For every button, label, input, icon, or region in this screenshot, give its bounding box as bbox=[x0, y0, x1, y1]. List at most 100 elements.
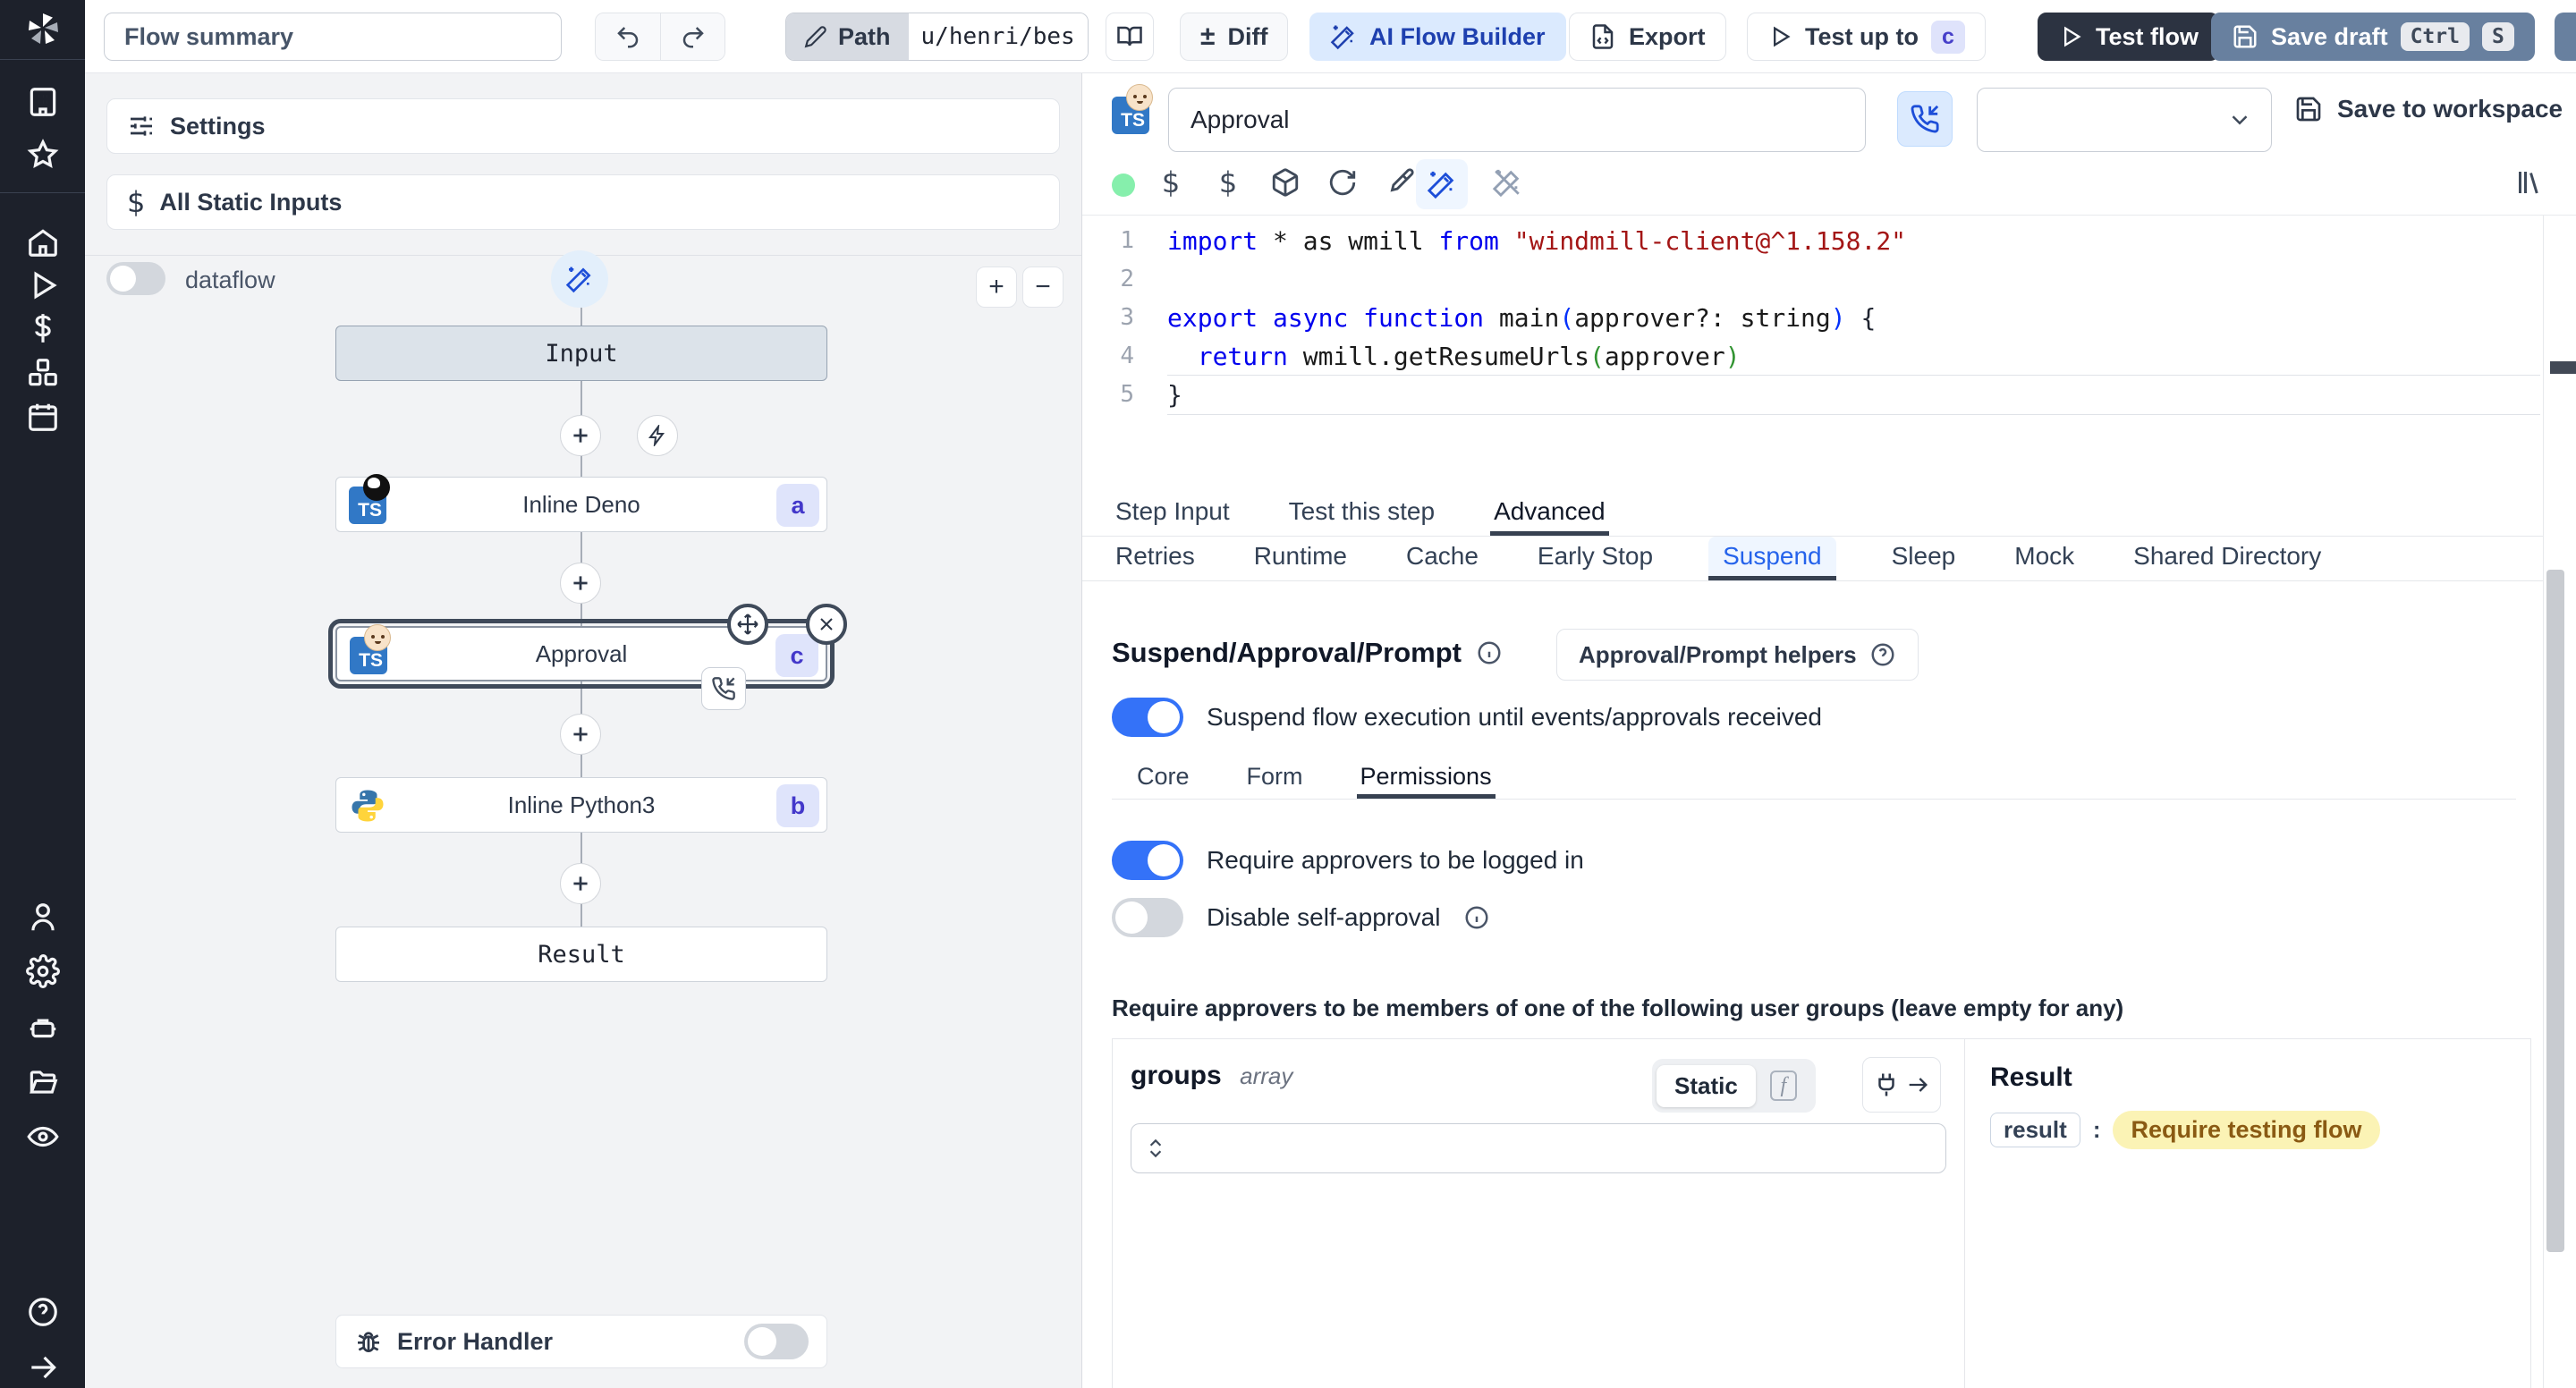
tab-advanced[interactable]: Advanced bbox=[1490, 492, 1609, 536]
runs-icon[interactable] bbox=[26, 268, 60, 302]
tab-retries[interactable]: Retries bbox=[1112, 537, 1199, 580]
deno-icon bbox=[363, 474, 390, 501]
ai-flow-builder-button[interactable]: AI Flow Builder bbox=[1309, 13, 1566, 61]
require-login-toggle[interactable] bbox=[1112, 841, 1183, 880]
audit-eye-icon[interactable] bbox=[26, 1120, 60, 1154]
suspend-step-indicator-button[interactable] bbox=[1897, 91, 1953, 147]
home-icon[interactable] bbox=[26, 225, 60, 259]
resources-cubes-icon[interactable] bbox=[26, 356, 60, 390]
s-key-badge: S bbox=[2481, 22, 2514, 51]
save-to-workspace-button[interactable]: Save to workspace bbox=[2294, 95, 2563, 123]
connect-input-button[interactable] bbox=[1862, 1057, 1941, 1113]
schedules-calendar-icon[interactable] bbox=[26, 400, 60, 434]
groups-array-input[interactable] bbox=[1131, 1123, 1946, 1173]
workspace-icon[interactable] bbox=[26, 85, 60, 119]
tab-cache[interactable]: Cache bbox=[1402, 537, 1482, 580]
topbar: Path u/henri/bes ± Diff AI Flow Builder … bbox=[85, 0, 2576, 73]
tab-step-input[interactable]: Step Input bbox=[1112, 492, 1233, 536]
tab-core[interactable]: Core bbox=[1133, 758, 1193, 799]
step-name-input[interactable] bbox=[1168, 88, 1866, 152]
docs-book-button[interactable] bbox=[1106, 13, 1154, 61]
result-key-chip[interactable]: result bbox=[1990, 1113, 2080, 1147]
test-flow-button[interactable]: Test flow bbox=[2038, 13, 2220, 61]
node-inline-python3[interactable]: Inline Python3 b bbox=[335, 777, 827, 833]
play-icon bbox=[1774, 26, 1791, 47]
add-step-after-python-button[interactable] bbox=[560, 863, 601, 904]
package-icon[interactable] bbox=[1267, 165, 1303, 200]
expand-sidebar-icon[interactable] bbox=[26, 1350, 60, 1384]
node-result[interactable]: Result bbox=[335, 927, 827, 982]
flow-graph-panel: Settings $ All Static Inputs dataflow + … bbox=[85, 73, 1082, 1388]
approval-suspend-badge[interactable] bbox=[701, 667, 746, 710]
save-draft-button[interactable]: Save draft Ctrl S bbox=[2211, 13, 2535, 61]
settings-scrollbar-thumb[interactable] bbox=[2546, 570, 2564, 1252]
add-trigger-button[interactable] bbox=[637, 415, 678, 456]
node-inline-deno[interactable]: TS Inline Deno a bbox=[335, 474, 827, 532]
ai-assistant-icon[interactable] bbox=[1416, 159, 1468, 209]
flow-summary-input[interactable] bbox=[104, 13, 562, 61]
windmill-logo-icon[interactable] bbox=[21, 7, 64, 50]
suspend-flow-toggle[interactable] bbox=[1112, 698, 1183, 737]
flow-connector-line bbox=[580, 308, 582, 934]
tab-test-this-step[interactable]: Test this step bbox=[1285, 492, 1438, 536]
editor-scrollbar-thumb[interactable] bbox=[2550, 361, 2576, 374]
add-step-after-approval-button[interactable] bbox=[560, 714, 601, 755]
all-static-inputs-button[interactable]: $ All Static Inputs bbox=[106, 174, 1060, 230]
move-step-button[interactable] bbox=[727, 604, 768, 645]
tab-mock[interactable]: Mock bbox=[2011, 537, 2078, 580]
variables-icon[interactable] bbox=[26, 311, 60, 345]
disable-self-approval-toggle[interactable] bbox=[1112, 898, 1183, 937]
folders-icon[interactable] bbox=[26, 1065, 60, 1099]
variables-dollar-icon[interactable]: $ bbox=[1153, 165, 1189, 200]
export-button[interactable]: Export bbox=[1569, 13, 1726, 61]
test-up-to-button[interactable]: Test up to c bbox=[1747, 13, 1986, 61]
ai-disabled-icon[interactable] bbox=[1489, 165, 1525, 200]
result-pane: Result result : Require testing flow bbox=[1964, 1039, 2530, 1388]
tab-sleep[interactable]: Sleep bbox=[1888, 537, 1960, 580]
node-input[interactable]: Input bbox=[335, 326, 827, 381]
resources-dollar-icon[interactable]: $ bbox=[1210, 165, 1246, 200]
approval-prompt-helpers-button[interactable]: Approval/Prompt helpers bbox=[1556, 629, 1919, 681]
add-step-after-input-button[interactable] bbox=[560, 415, 601, 456]
function-segment[interactable]: f bbox=[1756, 1063, 1811, 1108]
tab-suspend[interactable]: Suspend bbox=[1708, 537, 1836, 580]
info-icon[interactable] bbox=[1476, 639, 1503, 666]
help-icon[interactable] bbox=[26, 1295, 60, 1329]
code-editor[interactable]: import * as wmill from "windmill-client@… bbox=[1167, 222, 2540, 414]
format-brush-icon[interactable] bbox=[1382, 165, 1418, 200]
diff-button[interactable]: ± Diff bbox=[1180, 13, 1289, 61]
script-version-select[interactable] bbox=[1977, 88, 2272, 152]
path-value[interactable]: u/henri/bes bbox=[908, 13, 1088, 60]
tab-form[interactable]: Form bbox=[1243, 758, 1307, 799]
flow-settings-button[interactable]: Settings bbox=[106, 98, 1060, 154]
library-icon[interactable] bbox=[2513, 166, 2549, 202]
ai-flow-builder-label: AI Flow Builder bbox=[1369, 22, 1546, 50]
tab-runtime[interactable]: Runtime bbox=[1250, 537, 1351, 580]
delete-step-button[interactable] bbox=[806, 604, 847, 645]
favorites-star-icon[interactable] bbox=[26, 138, 60, 172]
undo-button[interactable] bbox=[596, 13, 660, 60]
zoom-out-button[interactable]: − bbox=[1022, 267, 1063, 308]
tab-permissions[interactable]: Permissions bbox=[1356, 758, 1496, 799]
reload-icon[interactable] bbox=[1325, 165, 1360, 200]
dataflow-toggle[interactable] bbox=[106, 262, 165, 295]
info-icon[interactable] bbox=[1463, 904, 1490, 931]
error-handler-toggle[interactable] bbox=[744, 1324, 809, 1359]
tab-early-stop[interactable]: Early Stop bbox=[1534, 537, 1657, 580]
zoom-in-button[interactable]: + bbox=[976, 267, 1017, 308]
python-icon bbox=[352, 790, 384, 822]
static-segment[interactable]: Static bbox=[1657, 1064, 1756, 1107]
sidebar bbox=[0, 0, 85, 1388]
workers-robot-icon[interactable] bbox=[26, 1011, 60, 1045]
disable-self-approval-row: Disable self-approval bbox=[1112, 898, 1490, 937]
path-chip[interactable]: Path u/henri/bes bbox=[785, 13, 1089, 61]
error-handler-label: Error Handler bbox=[397, 1327, 554, 1355]
add-step-after-deno-button[interactable] bbox=[560, 563, 601, 604]
user-icon[interactable] bbox=[26, 901, 60, 935]
redo-button[interactable] bbox=[660, 13, 724, 60]
error-handler-row[interactable]: Error Handler bbox=[335, 1315, 827, 1368]
deploy-button-partial[interactable] bbox=[2555, 13, 2576, 61]
ai-builder-node-button[interactable] bbox=[551, 250, 608, 308]
tab-shared-directory[interactable]: Shared Directory bbox=[2130, 537, 2325, 580]
settings-gear-icon[interactable] bbox=[26, 954, 60, 988]
